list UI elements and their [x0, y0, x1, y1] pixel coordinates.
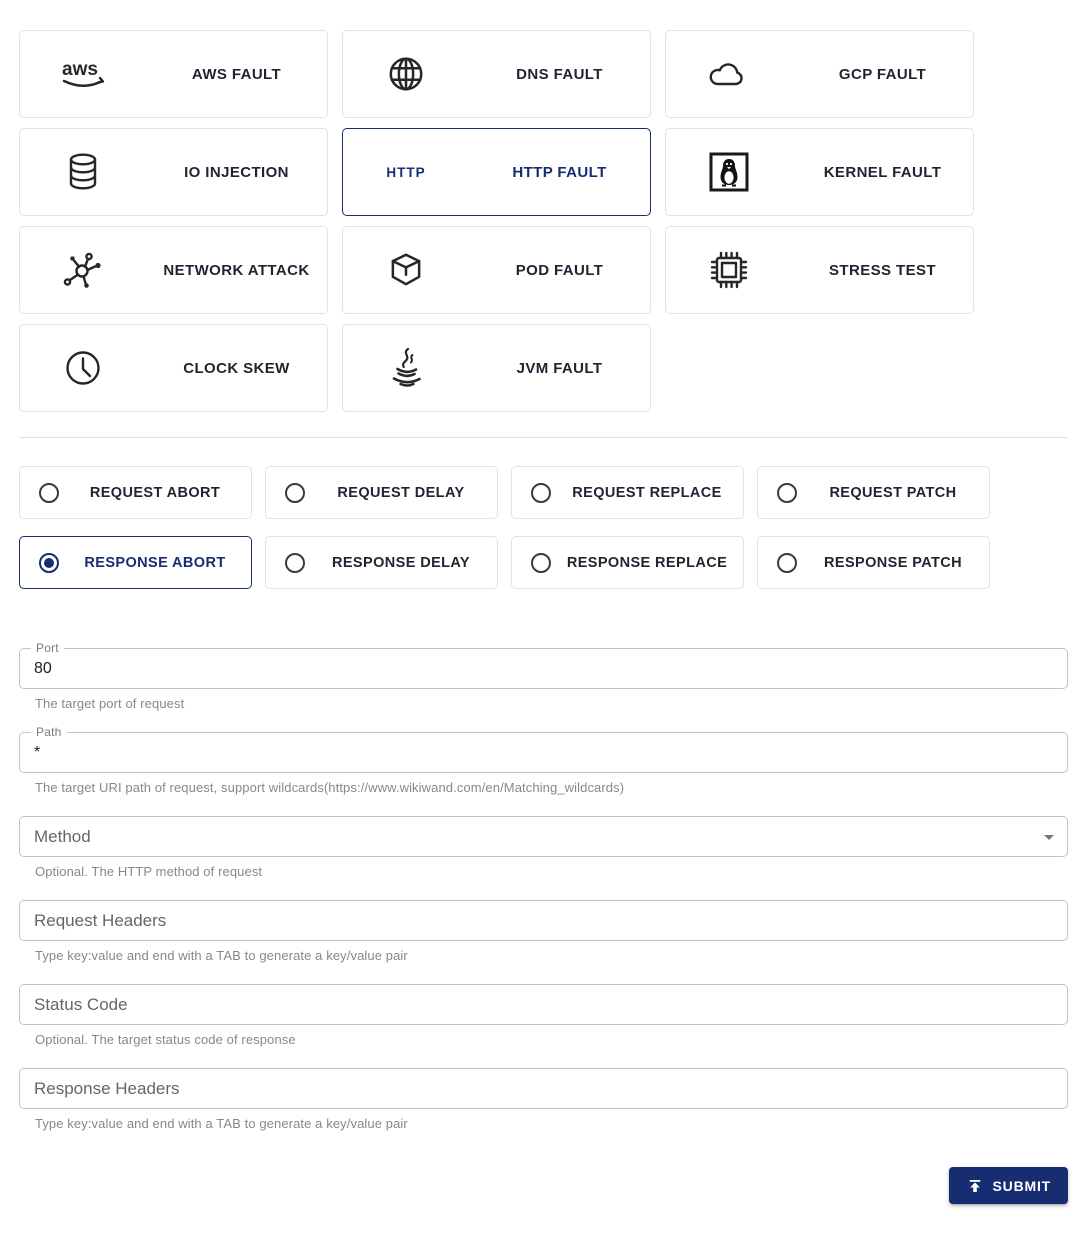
response-headers-helper-text: Type key:value and end with a TAB to gen…	[35, 1116, 408, 1131]
status-code-input[interactable]: Status Code	[19, 984, 1068, 1025]
fault-type-label: CLOCK SKEW	[183, 359, 290, 377]
request-headers-helper-text: Type key:value and end with a TAB to gen…	[35, 948, 408, 963]
fault-type-card-jvm[interactable]: JVM FAULT	[342, 324, 651, 412]
radio-unselected-icon[interactable]	[531, 552, 551, 573]
action-label: REQUEST REPLACE	[572, 484, 722, 501]
http-fault-form: Port 80 The target port of request Path …	[19, 641, 1068, 1131]
fault-type-label: GCP FAULT	[838, 65, 927, 83]
action-label: RESPONSE REPLACE	[566, 554, 728, 571]
aws-icon: aws	[20, 55, 146, 93]
path-input[interactable]: Path *	[19, 725, 1068, 773]
action-label: REQUEST PATCH	[829, 484, 957, 501]
action-label: RESPONSE DELAY	[331, 554, 471, 571]
linux-penguin-icon	[666, 151, 792, 193]
radio-unselected-icon[interactable]	[777, 552, 797, 573]
request-headers-field-group: Request Headers Type key:value and end w…	[19, 900, 1068, 963]
path-value: *	[34, 743, 41, 761]
port-label: Port	[31, 641, 64, 655]
action-card-request-delay[interactable]: REQUEST DELAY	[265, 466, 498, 519]
action-card-request-abort[interactable]: REQUEST ABORT	[19, 466, 252, 519]
fault-type-card-aws[interactable]: aws AWS FAULT	[19, 30, 328, 118]
fault-type-label: KERNEL FAULT	[823, 163, 942, 181]
port-helper-text: The target port of request	[35, 696, 185, 711]
http-text-icon: HTTP	[386, 164, 426, 180]
path-label: Path	[31, 725, 67, 739]
port-input[interactable]: Port 80	[19, 641, 1068, 689]
action-label: RESPONSE ABORT	[84, 554, 226, 571]
action-label: RESPONSE PATCH	[824, 554, 962, 571]
fault-type-card-http[interactable]: HTTP HTTP FAULT	[342, 128, 651, 216]
clock-icon	[20, 346, 146, 390]
java-cup-icon	[343, 346, 469, 390]
network-nodes-icon	[20, 249, 146, 291]
fault-type-card-stress[interactable]: STRESS TEST	[665, 226, 974, 314]
fault-type-label: NETWORK ATTACK	[163, 261, 310, 279]
chevron-down-icon	[1044, 835, 1054, 840]
radio-unselected-icon[interactable]	[39, 482, 59, 503]
response-headers-field-group: Response Headers Type key:value and end …	[19, 1068, 1068, 1131]
svg-text:aws: aws	[62, 59, 98, 80]
submit-row: SUBMIT	[19, 1167, 1068, 1204]
http-action-grid: REQUEST ABORT REQUEST DELAY REQUEST REPLAC…	[19, 466, 1068, 589]
port-value: 80	[34, 659, 52, 677]
port-field-group: Port 80 The target port of request	[19, 641, 1068, 711]
fault-type-label: POD FAULT	[515, 261, 604, 279]
publish-icon	[966, 1177, 984, 1195]
response-headers-input[interactable]: Response Headers	[19, 1068, 1068, 1109]
http-fault-config-page: aws AWS FAULT DNS FAULT GCP FAULT IO INJECTI…	[0, 30, 1085, 1204]
fault-type-label: STRESS TEST	[829, 261, 936, 279]
method-label: Method	[34, 826, 91, 846]
fault-type-card-io[interactable]: IO INJECTION	[19, 128, 328, 216]
database-icon	[20, 151, 146, 193]
radio-unselected-icon[interactable]	[285, 552, 305, 573]
fault-type-card-clock[interactable]: CLOCK SKEW	[19, 324, 328, 412]
path-helper-text: The target URI path of request, support …	[35, 780, 625, 795]
section-divider	[19, 437, 1068, 438]
submit-button-label: SUBMIT	[992, 1177, 1051, 1194]
radio-unselected-icon[interactable]	[531, 482, 551, 503]
fault-type-card-pod[interactable]: POD FAULT	[342, 226, 651, 314]
fault-type-card-dns[interactable]: DNS FAULT	[342, 30, 651, 118]
fault-type-label: AWS FAULT	[191, 65, 282, 83]
request-headers-label: Request Headers	[34, 910, 167, 930]
method-select[interactable]: Method	[19, 816, 1068, 857]
action-card-response-abort[interactable]: RESPONSE ABORT	[19, 536, 252, 589]
response-headers-label: Response Headers	[34, 1078, 180, 1098]
fault-type-label: DNS FAULT	[516, 65, 603, 83]
fault-type-grid: aws AWS FAULT DNS FAULT GCP FAULT IO INJECTI…	[19, 30, 1068, 412]
globe-icon	[343, 53, 469, 95]
cloud-icon	[666, 56, 792, 92]
fault-type-card-gcp[interactable]: GCP FAULT	[665, 30, 974, 118]
radio-selected-icon[interactable]	[39, 552, 59, 573]
fault-type-label: JVM FAULT	[516, 359, 603, 377]
radio-unselected-icon[interactable]	[777, 482, 797, 503]
method-helper-text: Optional. The HTTP method of request	[35, 864, 263, 879]
status-code-label: Status Code	[34, 994, 128, 1014]
fault-type-label: HTTP FAULT	[512, 163, 607, 181]
submit-button[interactable]: SUBMIT	[948, 1167, 1068, 1204]
action-card-request-patch[interactable]: REQUEST PATCH	[757, 466, 990, 519]
cube-icon	[343, 249, 469, 291]
action-label: REQUEST ABORT	[89, 484, 221, 501]
action-card-response-replace[interactable]: RESPONSE REPLACE	[511, 536, 744, 589]
radio-unselected-icon[interactable]	[285, 482, 305, 503]
method-field-group: Method Optional. The HTTP method of requ…	[19, 816, 1068, 879]
fault-type-label: IO INJECTION	[184, 163, 289, 181]
fault-type-card-network[interactable]: NETWORK ATTACK	[19, 226, 328, 314]
status-code-helper-text: Optional. The target status code of resp…	[35, 1032, 296, 1047]
request-headers-input[interactable]: Request Headers	[19, 900, 1068, 941]
status-code-field-group: Status Code Optional. The target status …	[19, 984, 1068, 1047]
cpu-chip-icon	[666, 248, 792, 292]
action-card-request-replace[interactable]: REQUEST REPLACE	[511, 466, 744, 519]
fault-type-card-kernel[interactable]: KERNEL FAULT	[665, 128, 974, 216]
action-card-response-delay[interactable]: RESPONSE DELAY	[265, 536, 498, 589]
path-field-group: Path * The target URI path of request, s…	[19, 725, 1068, 795]
action-label: REQUEST DELAY	[337, 484, 465, 501]
action-card-response-patch[interactable]: RESPONSE PATCH	[757, 536, 990, 589]
